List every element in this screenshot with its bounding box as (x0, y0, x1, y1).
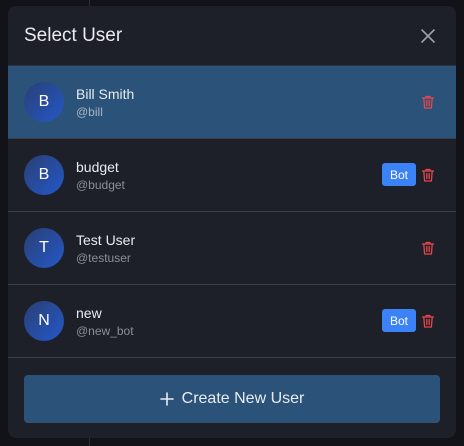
avatar: B (24, 155, 64, 195)
user-name: new (76, 305, 102, 321)
user-name: Test User (76, 232, 136, 248)
trash-icon (421, 168, 435, 182)
avatar: T (24, 228, 64, 268)
trash-icon (421, 241, 435, 255)
trash-icon (421, 95, 435, 109)
user-list: B Bill Smith @bill B budget @budget Bot … (8, 66, 456, 358)
user-row-budget[interactable]: B budget @budget Bot (8, 139, 456, 212)
select-user-modal: Select User B Bill Smith @bill B budget … (8, 6, 456, 438)
user-handle: @new_bot (76, 324, 134, 338)
avatar: N (24, 301, 64, 341)
user-handle: @budget (76, 178, 125, 192)
user-handle: @bill (76, 105, 103, 119)
close-button[interactable] (416, 24, 440, 48)
modal-header: Select User (8, 6, 456, 66)
avatar: B (24, 82, 64, 122)
modal-title: Select User (24, 25, 123, 46)
bot-badge: Bot (382, 163, 416, 186)
user-row-testuser[interactable]: T Test User @testuser (8, 212, 456, 285)
delete-user-button[interactable] (419, 166, 437, 184)
user-row-new[interactable]: N new @new_bot Bot (8, 285, 456, 358)
delete-user-button[interactable] (419, 93, 437, 111)
plus-icon (159, 392, 174, 406)
create-new-user-button[interactable]: Create New User (24, 375, 440, 423)
delete-user-button[interactable] (419, 239, 437, 257)
create-new-user-label: Create New User (181, 390, 305, 407)
bot-badge: Bot (382, 309, 416, 332)
close-icon (421, 29, 435, 43)
trash-icon (421, 314, 435, 328)
user-row-bill[interactable]: B Bill Smith @bill (8, 66, 456, 139)
user-name: budget (76, 159, 119, 175)
modal-footer: Create New User (8, 359, 456, 438)
user-handle: @testuser (76, 251, 131, 265)
delete-user-button[interactable] (419, 312, 437, 330)
user-name: Bill Smith (76, 86, 135, 102)
